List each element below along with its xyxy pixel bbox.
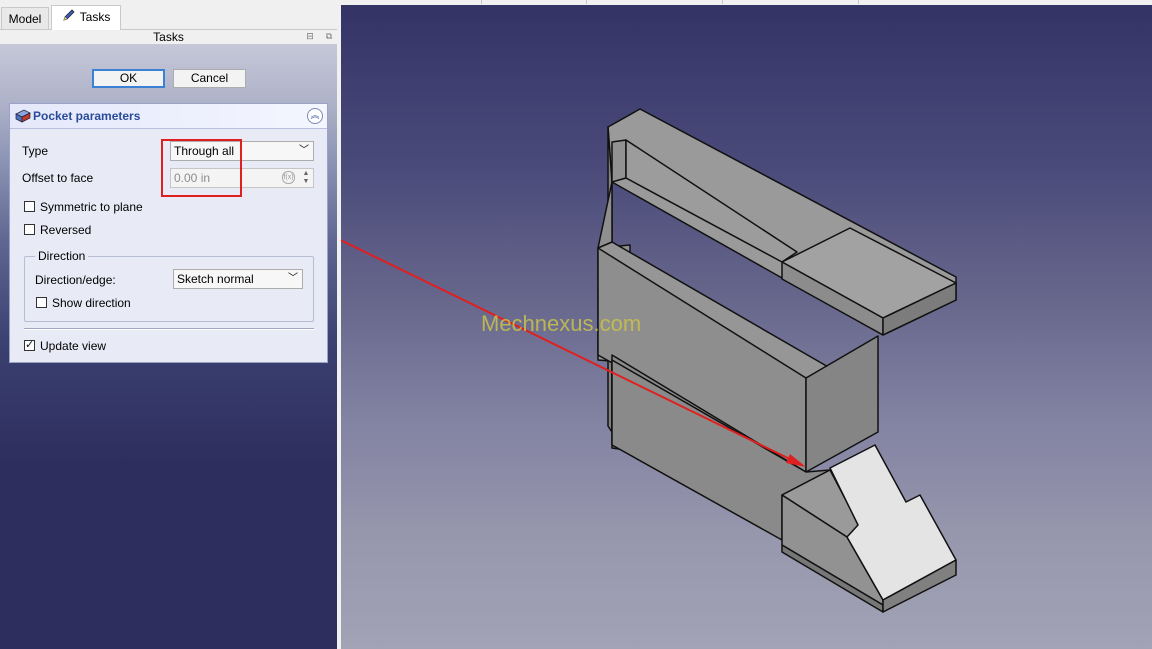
toolbar-tick [858, 0, 859, 4]
combo-view-tabbar: Model Tasks [0, 5, 337, 30]
direction-edge-value: Sketch normal [177, 272, 254, 286]
spin-arrows-icon[interactable]: ▲ ▼ [301, 170, 311, 186]
direction-edge-select[interactable]: Sketch normal ﹀ [173, 269, 303, 289]
3d-viewport[interactable]: Mechnexus.com [341, 5, 1152, 649]
undock-panel-icon[interactable]: ⧉ [324, 31, 334, 41]
tab-model[interactable]: Model [1, 7, 49, 29]
tab-tasks-label: Tasks [79, 10, 111, 24]
update-view-checkbox[interactable] [24, 338, 35, 351]
reversed-checkbox[interactable] [24, 224, 35, 235]
tab-tasks[interactable]: Tasks [51, 5, 121, 30]
offset-label: Offset to face [22, 171, 94, 185]
part-model [341, 108, 957, 613]
ok-button[interactable]: OK [92, 69, 165, 88]
tab-model-label: Model [8, 12, 42, 26]
direction-group: Direction Direction/edge: Sketch normal … [24, 249, 314, 322]
pocket-parameters-header[interactable]: Pocket parameters ︽ [10, 104, 327, 129]
reversed-label: Reversed [40, 223, 92, 237]
toolbar-tick [481, 0, 482, 4]
tasks-panel-header: Tasks ⊟ ⧉ [0, 30, 337, 44]
direction-group-title: Direction [35, 249, 89, 263]
combo-view-panel: Model Tasks Tasks ⊟ ⧉ OK Cancel Pocket p… [0, 5, 337, 649]
symmetric-label: Symmetric to plane [40, 200, 143, 214]
type-label: Type [22, 144, 49, 158]
watermark: Mechnexus.com [481, 311, 642, 336]
pocket-icon [15, 109, 31, 126]
chevron-down-icon: ﹀ [299, 145, 309, 156]
chevron-down-icon: ﹀ [288, 273, 298, 284]
panel-title: Tasks [153, 30, 184, 44]
highlight-box [161, 139, 242, 197]
collapse-up-icon[interactable]: ︽ [307, 108, 323, 124]
show-direction-label: Show direction [52, 296, 131, 310]
separator [24, 328, 314, 330]
float-panel-icon[interactable]: ⊟ [305, 31, 315, 41]
toolbar-tick [722, 0, 723, 4]
show-direction-checkbox[interactable] [36, 297, 47, 308]
symmetric-checkbox[interactable] [24, 201, 35, 212]
pencil-icon [62, 7, 76, 29]
direction-edge-label: Direction/edge: [35, 273, 116, 287]
toolbar-tick [586, 0, 587, 4]
update-view-label: Update view [40, 339, 107, 353]
expression-icon[interactable]: f(x) [282, 171, 295, 184]
pocket-parameters-title: Pocket parameters [33, 109, 141, 123]
cancel-button[interactable]: Cancel [173, 69, 246, 88]
